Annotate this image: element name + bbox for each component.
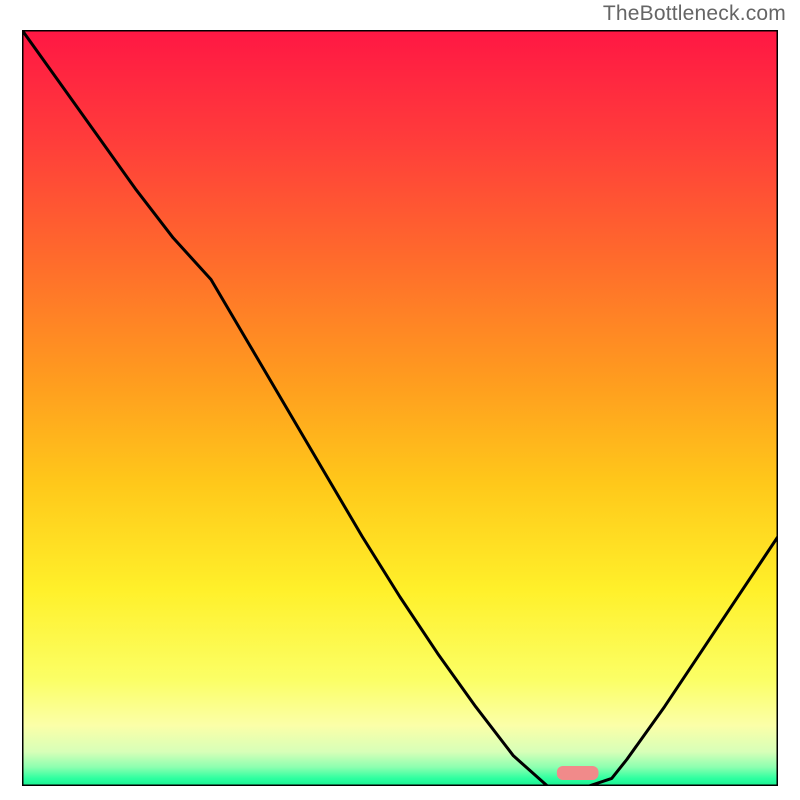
chart-container: TheBottleneck.com (0, 0, 800, 800)
attribution-label: TheBottleneck.com (603, 2, 786, 26)
bottleneck-chart (22, 30, 778, 786)
optimal-marker (557, 766, 599, 780)
gradient-background (22, 30, 778, 786)
chart-svg (22, 30, 778, 786)
